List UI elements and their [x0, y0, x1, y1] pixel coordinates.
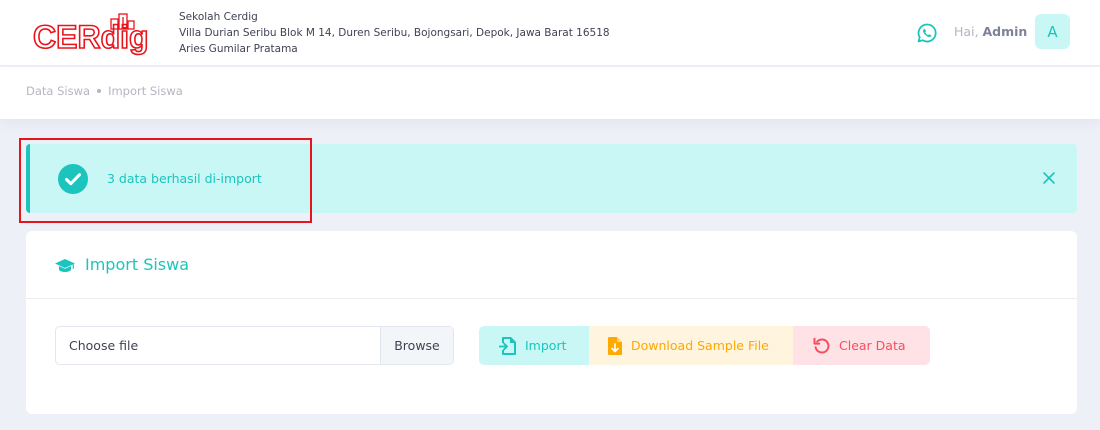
import-button[interactable]: Import	[479, 326, 589, 365]
clear-data-button[interactable]: Clear Data	[793, 326, 930, 365]
avatar-initial: A	[1047, 22, 1058, 41]
clear-data-label: Clear Data	[839, 338, 906, 353]
card-title: Import Siswa	[85, 255, 190, 274]
graduation-cap-icon	[55, 256, 75, 274]
user-name: Admin	[982, 24, 1028, 39]
undo-icon	[813, 337, 830, 353]
close-icon[interactable]	[1039, 168, 1059, 188]
breadcrumb: Data Siswa Import Siswa	[26, 84, 183, 98]
user-greeting[interactable]: Hai, Admin	[954, 24, 1027, 39]
import-button-label: Import	[525, 338, 567, 353]
school-address: Villa Durian Seribu Blok M 14, Duren Ser…	[179, 27, 610, 39]
whatsapp-icon[interactable]	[916, 22, 938, 44]
svg-text:CERdig: CERdig	[33, 19, 149, 55]
browse-button[interactable]: Browse	[380, 327, 453, 364]
breadcrumb-item-data-siswa[interactable]: Data Siswa	[26, 84, 90, 98]
import-card: Import Siswa Choose file Browse Import D…	[26, 231, 1077, 414]
card-header: Import Siswa	[26, 231, 1077, 299]
check-circle-icon	[58, 164, 88, 194]
cerdig-logo[interactable]: CERdig	[32, 12, 166, 56]
file-input-placeholder: Choose file	[69, 338, 139, 353]
alert-message: 3 data berhasil di-import	[107, 171, 262, 186]
file-download-icon	[608, 336, 622, 355]
school-info: Sekolah Cerdig Villa Durian Seribu Blok …	[179, 9, 610, 57]
file-import-icon	[499, 336, 516, 355]
avatar[interactable]: A	[1035, 14, 1070, 49]
breadcrumb-separator	[97, 89, 102, 93]
success-alert: 3 data berhasil di-import	[26, 144, 1077, 213]
school-principal: Aries Gumilar Pratama	[179, 43, 298, 55]
school-name: Sekolah Cerdig	[179, 11, 258, 23]
subheader: Data Siswa Import Siswa	[0, 67, 1100, 119]
breadcrumb-item-import-siswa[interactable]: Import Siswa	[108, 84, 183, 98]
greeting-text: Hai,	[954, 24, 979, 39]
file-input[interactable]: Choose file Browse	[55, 326, 454, 365]
download-sample-button[interactable]: Download Sample File	[589, 326, 793, 365]
download-sample-label: Download Sample File	[631, 338, 769, 353]
topbar: CERdig Sekolah Cerdig Villa Durian Serib…	[0, 0, 1100, 66]
